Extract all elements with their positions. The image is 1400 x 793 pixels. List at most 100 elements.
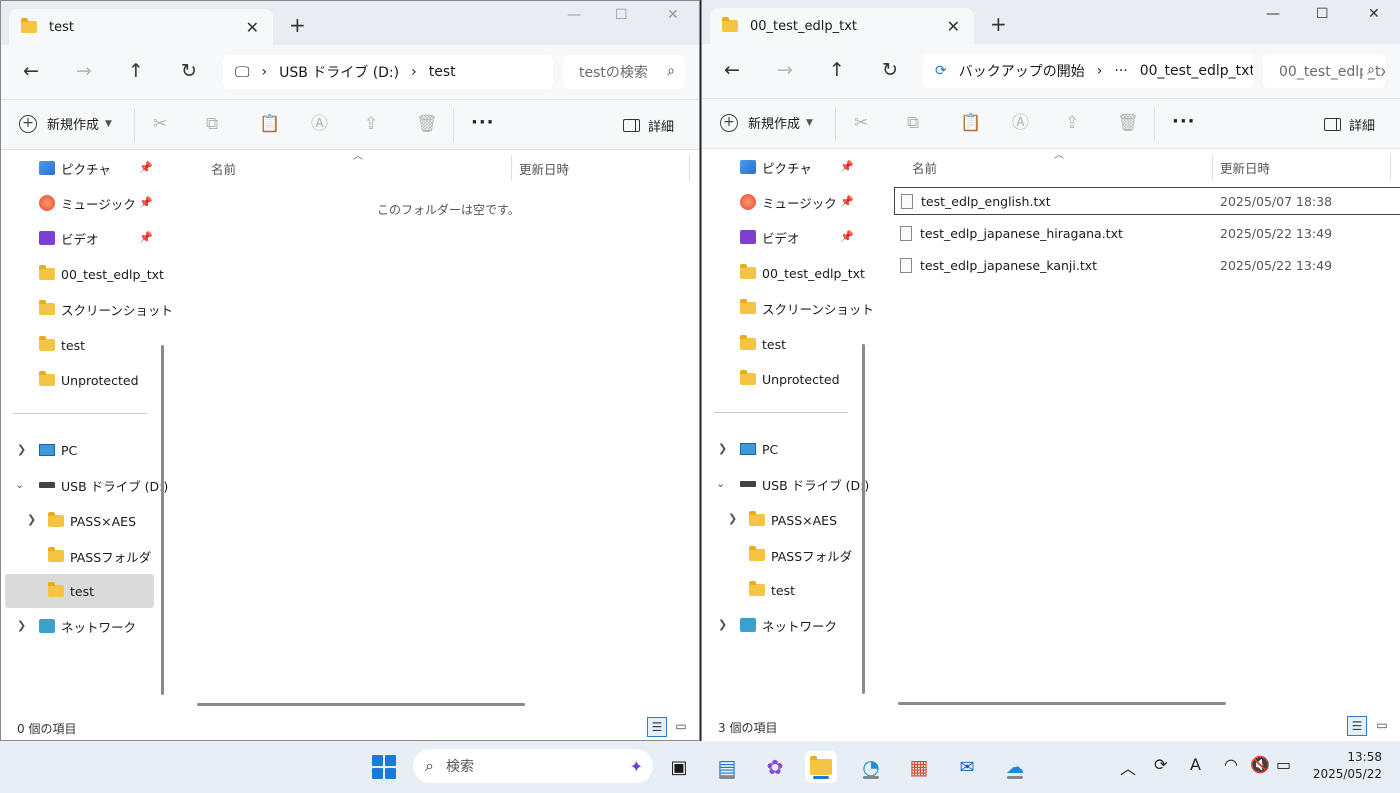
breadcrumb-item[interactable]: 00_test_edlp_txt: [1140, 63, 1253, 79]
nav-item-test[interactable]: test: [740, 329, 786, 359]
breadcrumb[interactable]: 🖵 › USB ドライブ (D:) › test: [223, 55, 553, 89]
nav-item-00-test-edlp-txt[interactable]: 00_test_edlp_txt: [740, 258, 865, 288]
battery-icon[interactable]: ▭: [1276, 755, 1291, 774]
nav-item-test-selected[interactable]: test: [5, 574, 154, 608]
nav-item-music[interactable]: ミュージック: [39, 188, 155, 218]
new-button[interactable]: + 新規作成 ▼: [19, 114, 112, 133]
nav-scrollbar[interactable]: [161, 345, 164, 695]
back-button[interactable]: ←: [23, 59, 39, 83]
nav-item-test[interactable]: test: [749, 575, 795, 605]
column-divider[interactable]: [689, 155, 690, 181]
breadcrumb-overflow-icon[interactable]: ···: [1114, 63, 1127, 79]
close-button[interactable]: ✕: [1368, 6, 1380, 22]
delete-icon[interactable]: 🗑: [416, 114, 438, 134]
tab-test[interactable]: test ✕: [9, 9, 273, 45]
chevron-right-icon[interactable]: ❯: [718, 618, 727, 631]
horizontal-scrollbar[interactable]: [197, 703, 525, 706]
taskbar-search[interactable]: ⌕ 検索 ✦: [413, 749, 653, 783]
chevron-down-icon[interactable]: ⌄: [15, 478, 24, 491]
new-button[interactable]: + 新規作成 ▼: [720, 113, 813, 132]
volume-muted-icon[interactable]: 🔇: [1250, 755, 1270, 774]
back-button[interactable]: ←: [724, 58, 740, 82]
copy-icon[interactable]: ⧉: [206, 114, 218, 134]
file-row[interactable]: test_edlp_english.txt 2025/05/07 18:38: [894, 187, 1400, 215]
app-button[interactable]: ☁: [999, 751, 1031, 783]
nav-item-00-test-edlp-txt[interactable]: 00_test_edlp_txt: [39, 259, 164, 289]
nav-item-pass-folder[interactable]: PASSフォルダ: [48, 541, 151, 571]
nav-item-pass-aes[interactable]: PASS×AES: [749, 505, 837, 535]
nav-item-pictures[interactable]: ピクチャ: [39, 153, 155, 183]
show-hidden-icons-button[interactable]: ︿: [1120, 755, 1136, 779]
sync-icon[interactable]: ⟳: [1154, 755, 1167, 774]
close-tab-icon[interactable]: ✕: [947, 17, 960, 36]
paste-icon[interactable]: 📋: [259, 114, 280, 134]
delete-icon[interactable]: 🗑: [1117, 113, 1139, 133]
minimize-button[interactable]: —: [1266, 6, 1280, 22]
horizontal-scrollbar[interactable]: [898, 702, 1226, 705]
breadcrumb-item[interactable]: バックアップの開始: [959, 61, 1085, 81]
breadcrumb-item[interactable]: test: [429, 64, 456, 80]
up-button[interactable]: ↑: [829, 58, 845, 82]
column-divider[interactable]: [1390, 154, 1391, 180]
nav-item-usb-drive[interactable]: USB ドライブ (D:): [39, 470, 168, 500]
chevron-right-icon[interactable]: ❯: [17, 443, 26, 456]
details-pane-button[interactable]: 詳細: [1324, 115, 1375, 134]
maximize-button[interactable]: ☐: [615, 7, 628, 23]
nav-item-usb-drive[interactable]: USB ドライブ (D:): [740, 469, 869, 499]
nav-item-pictures[interactable]: ピクチャ: [740, 152, 856, 182]
minimize-button[interactable]: —: [567, 7, 581, 23]
nav-item-network[interactable]: ネットワーク: [39, 611, 136, 641]
chevron-right-icon[interactable]: ❯: [17, 619, 26, 632]
chevron-right-icon[interactable]: ❯: [718, 442, 727, 455]
share-icon[interactable]: ⇪: [364, 114, 378, 134]
column-header-date[interactable]: 更新日時: [519, 159, 569, 178]
tiles-view-icon[interactable]: ▭: [1372, 716, 1392, 736]
task-view-button[interactable]: ▣: [663, 751, 695, 783]
cut-icon[interactable]: ✂: [153, 114, 167, 134]
start-button[interactable]: [368, 751, 400, 783]
more-options-button[interactable]: ···: [471, 112, 495, 133]
tiles-view-icon[interactable]: ▭: [671, 717, 691, 737]
paste-icon[interactable]: 📋: [960, 113, 981, 133]
nav-item-pass-folder[interactable]: PASSフォルダ: [749, 540, 852, 570]
nav-item-network[interactable]: ネットワーク: [740, 610, 837, 640]
more-options-button[interactable]: ···: [1172, 111, 1196, 132]
details-view-icon[interactable]: ☰: [647, 717, 667, 737]
store-button[interactable]: ▦: [903, 751, 935, 783]
nav-item-screenshots[interactable]: スクリーンショット: [39, 294, 173, 324]
new-tab-button[interactable]: +: [289, 15, 306, 35]
breadcrumb[interactable]: ⟳ バックアップの開始 › ··· 00_test_edlp_txt: [923, 54, 1253, 88]
chevron-right-icon[interactable]: ❯: [27, 513, 36, 526]
copilot-button[interactable]: ✿: [759, 751, 791, 783]
file-row[interactable]: test_edlp_japanese_kanji.txt 2025/05/22 …: [894, 251, 1394, 279]
nav-item-pass-aes[interactable]: PASS×AES: [48, 506, 136, 536]
refresh-button[interactable]: ↻: [882, 58, 898, 82]
column-header-name[interactable]: 名前: [211, 159, 236, 178]
refresh-button[interactable]: ↻: [181, 59, 197, 83]
forward-button[interactable]: →: [76, 59, 92, 83]
close-tab-icon[interactable]: ✕: [246, 18, 259, 37]
forward-button[interactable]: →: [777, 58, 793, 82]
rename-icon[interactable]: Ⓐ: [311, 114, 328, 134]
rename-icon[interactable]: Ⓐ: [1012, 113, 1029, 133]
notepad-button[interactable]: ▤: [711, 751, 743, 783]
new-tab-button[interactable]: +: [990, 14, 1007, 34]
nav-scrollbar[interactable]: [862, 344, 865, 694]
nav-item-music[interactable]: ミュージック: [740, 187, 856, 217]
cut-icon[interactable]: ✂: [854, 113, 868, 133]
nav-item-videos[interactable]: ビデオ: [39, 223, 155, 253]
column-divider[interactable]: [1212, 154, 1213, 180]
column-header-name[interactable]: 名前: [912, 158, 937, 177]
outlook-button[interactable]: ✉: [951, 751, 983, 783]
nav-item-pc[interactable]: PC: [39, 435, 77, 465]
maximize-button[interactable]: ☐: [1316, 6, 1329, 22]
chevron-down-icon[interactable]: ⌄: [716, 477, 725, 490]
column-header-date[interactable]: 更新日時: [1220, 158, 1270, 177]
wifi-icon[interactable]: ◠: [1224, 755, 1238, 774]
nav-item-screenshots[interactable]: スクリーンショット: [740, 293, 874, 323]
search-input[interactable]: 00_test_edlp_txtの検索 ⌕: [1263, 54, 1385, 88]
close-button[interactable]: ✕: [667, 7, 679, 23]
details-pane-button[interactable]: 詳細: [623, 116, 674, 135]
nav-item-test[interactable]: test: [39, 330, 85, 360]
copy-icon[interactable]: ⧉: [907, 113, 919, 133]
